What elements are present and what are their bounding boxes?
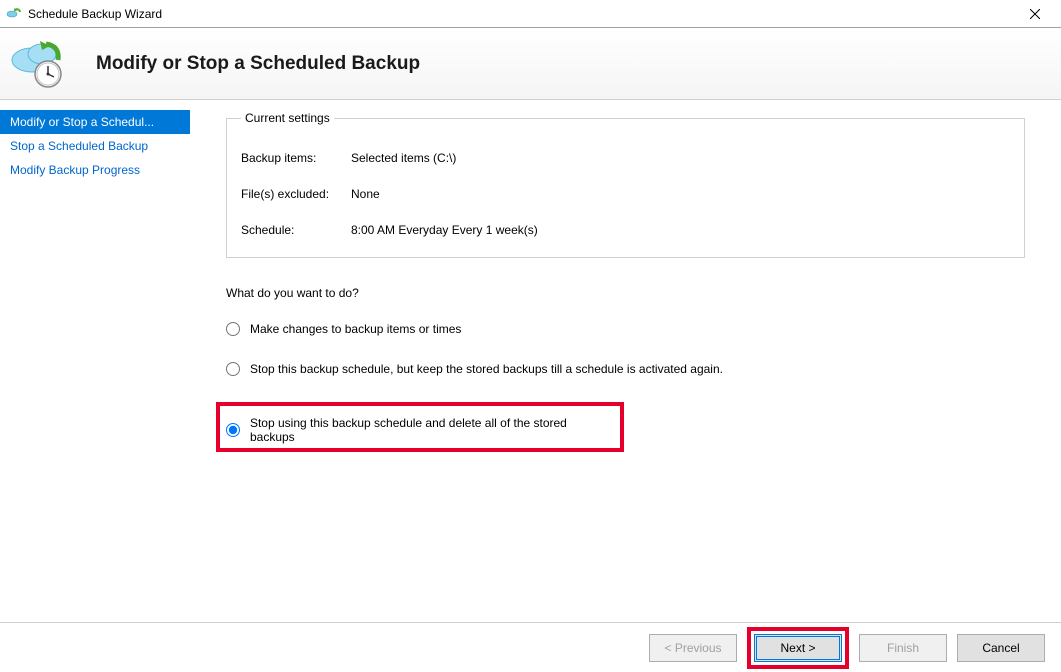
radio-label-stop-delete: Stop using this backup schedule and dele… [250, 416, 614, 444]
radio-label-stop-keep: Stop this backup schedule, but keep the … [250, 362, 723, 376]
radio-input-stop-delete[interactable] [226, 423, 240, 437]
close-button[interactable] [1015, 2, 1055, 26]
highlighted-option: Stop using this backup schedule and dele… [216, 402, 624, 452]
label-files-excluded: File(s) excluded: [241, 187, 351, 201]
radio-stop-delete[interactable]: Stop using this backup schedule and dele… [226, 416, 614, 444]
app-icon [6, 6, 22, 22]
wizard-header: Modify or Stop a Scheduled Backup [0, 28, 1061, 100]
wizard-steps-sidebar: Modify or Stop a Schedul... Stop a Sched… [0, 100, 190, 622]
value-backup-items: Selected items (C:\) [351, 151, 1010, 165]
radio-input-stop-keep[interactable] [226, 362, 240, 376]
backup-cloud-clock-icon [10, 36, 66, 92]
cancel-button[interactable]: Cancel [957, 634, 1045, 662]
sidebar-item-modify-progress[interactable]: Modify Backup Progress [0, 158, 190, 182]
titlebar: Schedule Backup Wizard [0, 0, 1061, 28]
current-settings-group: Current settings Backup items: Selected … [226, 118, 1025, 258]
sidebar-item-modify-stop[interactable]: Modify or Stop a Schedul... [0, 110, 190, 134]
radio-input-make-changes[interactable] [226, 322, 240, 336]
radio-make-changes[interactable]: Make changes to backup items or times [226, 322, 1025, 336]
settings-row-files-excluded: File(s) excluded: None [241, 187, 1010, 201]
finish-button: Finish [859, 634, 947, 662]
label-backup-items: Backup items: [241, 151, 351, 165]
label-schedule: Schedule: [241, 223, 351, 237]
value-files-excluded: None [351, 187, 1010, 201]
highlighted-next: Next > [747, 627, 849, 669]
window-title: Schedule Backup Wizard [28, 7, 1015, 21]
previous-button: < Previous [649, 634, 737, 662]
next-button[interactable]: Next > [754, 634, 842, 662]
main-content: Current settings Backup items: Selected … [190, 100, 1061, 622]
radio-label-make-changes: Make changes to backup items or times [250, 322, 461, 336]
wizard-footer: < Previous Next > Finish Cancel [0, 622, 1061, 672]
current-settings-legend: Current settings [241, 111, 334, 125]
question-prompt: What do you want to do? [226, 286, 1025, 300]
page-title: Modify or Stop a Scheduled Backup [96, 53, 420, 75]
value-schedule: 8:00 AM Everyday Every 1 week(s) [351, 223, 1010, 237]
radio-stop-keep[interactable]: Stop this backup schedule, but keep the … [226, 362, 1025, 376]
settings-row-backup-items: Backup items: Selected items (C:\) [241, 151, 1010, 165]
sidebar-item-stop-scheduled[interactable]: Stop a Scheduled Backup [0, 134, 190, 158]
settings-row-schedule: Schedule: 8:00 AM Everyday Every 1 week(… [241, 223, 1010, 237]
